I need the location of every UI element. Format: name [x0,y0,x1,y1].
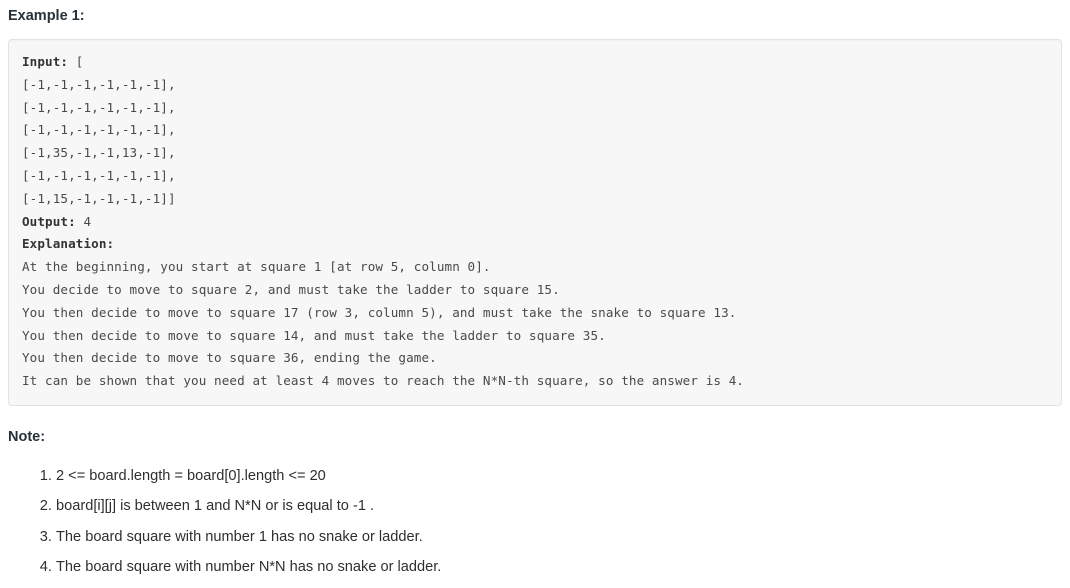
explanation-line-5: It can be shown that you need at least 4… [22,373,745,389]
note-heading: Note: [8,428,46,445]
note-text: and [202,498,235,515]
inline-code: 1 [258,528,267,545]
example-heading: Example 1: [8,8,85,24]
inline-code: N*N [258,559,286,576]
note-text: is between [116,498,194,515]
note-text: The board square with number [56,528,259,545]
explanation-label: Explanation: [22,236,115,252]
example-code-text: Input: [ [-1,-1,-1,-1,-1,-1], [-1,-1,-1,… [22,51,1048,393]
example-code-block: Input: [ [-1,-1,-1,-1,-1,-1], [-1,-1,-1,… [8,39,1062,406]
note-list: 2 <= board.length = board[0].length <= 2… [8,461,1062,583]
board-row-4: [-1,-1,-1,-1,-1,-1], [22,167,176,183]
inline-code: -1 [352,498,366,515]
note-list-item: The board square with number 1 has no sn… [56,522,1062,553]
inline-code: 2 <= board.length = board[0].length <= 2… [56,467,326,484]
note-text: The board square with number [56,559,259,576]
output-value: 4 [75,213,92,229]
explanation-line-2: You then decide to move to square 17 (ro… [22,304,737,320]
explanation-line-4: You then decide to move to square 36, en… [22,350,437,366]
note-text: or is equal to [261,498,353,515]
note-text: has no snake or ladder. [285,559,442,576]
board-row-1: [-1,-1,-1,-1,-1,-1], [22,99,176,115]
problem-description-page: Example 1: Input: [ [-1,-1,-1,-1,-1,-1],… [0,0,1070,583]
note-text: . [365,498,375,515]
explanation-line-0: At the beginning, you start at square 1 … [22,259,491,275]
note-list-item: The board square with number N*N has no … [56,552,1062,583]
explanation-line-3: You then decide to move to square 14, an… [22,327,606,343]
explanation-line-1: You decide to move to square 2, and must… [22,281,560,297]
inline-code: 1 [193,498,203,515]
inline-code: N*N [234,498,262,515]
input-label: Input: [22,54,69,69]
board-row-5: [-1,15,-1,-1,-1,-1]] [22,190,176,206]
board-row-2: [-1,-1,-1,-1,-1,-1], [22,122,176,138]
board-row-0: [-1,-1,-1,-1,-1,-1], [22,76,176,92]
input-value: [ [68,54,84,69]
inline-code: board[i][j] [56,498,117,515]
output-label: Output: [22,213,76,229]
note-list-item: board[i][j] is between 1 and N*N or is e… [56,491,1062,522]
note-list-item: 2 <= board.length = board[0].length <= 2… [56,461,1062,492]
board-row-3: [-1,35,-1,-1,13,-1], [22,145,176,161]
note-text: has no snake or ladder. [266,528,423,545]
